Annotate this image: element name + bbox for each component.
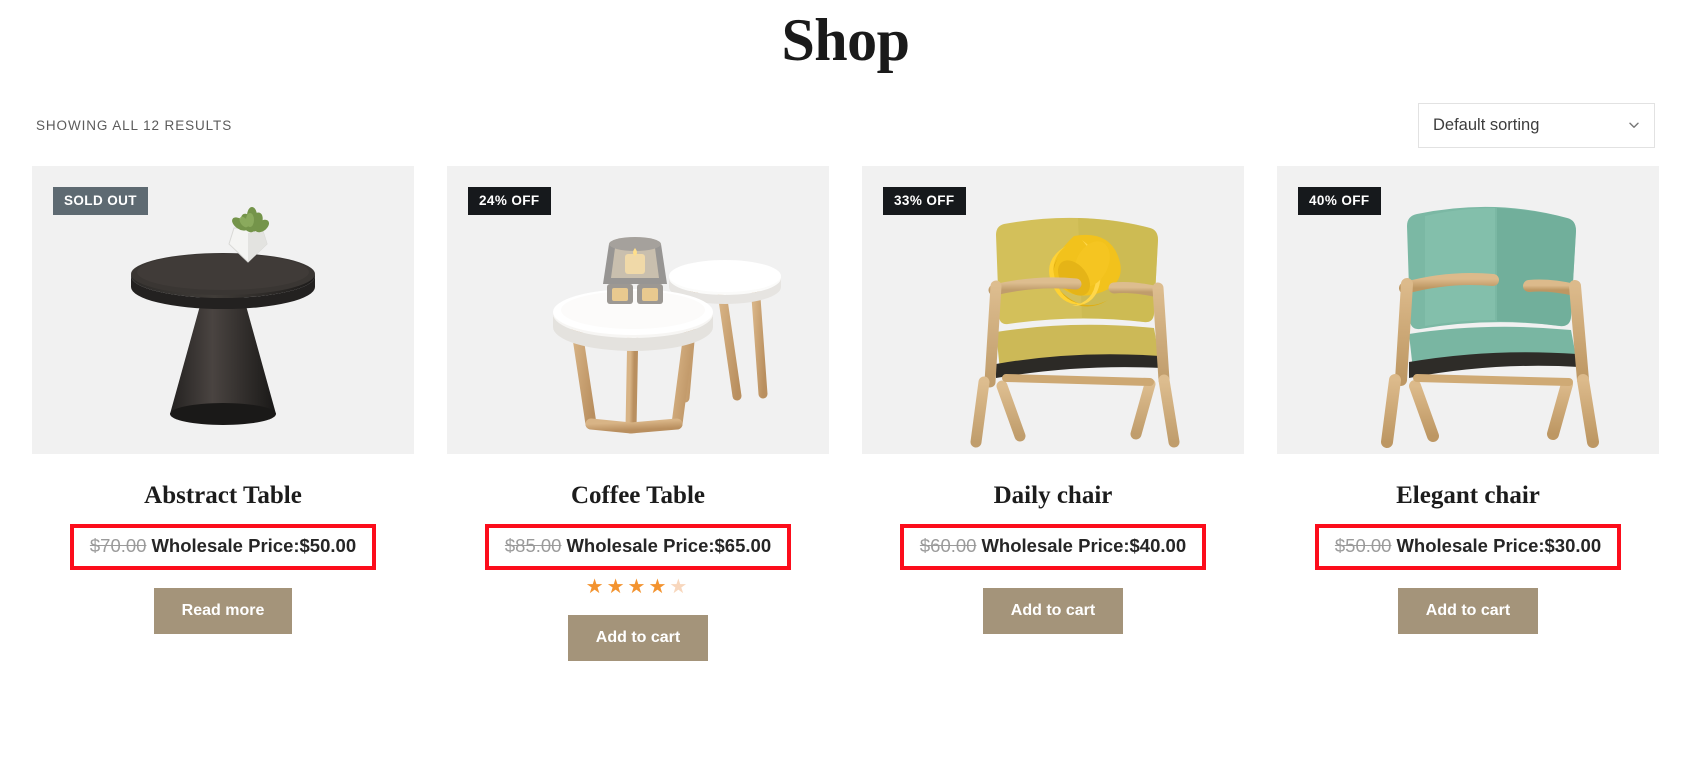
- product-badge: 33% OFF: [883, 187, 966, 215]
- shop-toolbar: SHOWING ALL 12 RESULTS Default sorting: [36, 86, 1655, 164]
- product-action-wrap: Add to cart: [447, 614, 829, 661]
- star-filled-icon: ★: [606, 575, 628, 598]
- sorting-selected-value: Default sorting: [1433, 115, 1540, 134]
- product-thumbnail[interactable]: 24% OFF: [447, 166, 829, 454]
- product-thumbnail[interactable]: 33% OFF: [862, 166, 1244, 454]
- product-title[interactable]: Abstract Table: [32, 482, 414, 510]
- price-original: $50.00: [1334, 534, 1392, 556]
- product-badge: SOLD OUT: [53, 187, 148, 215]
- read-more-button[interactable]: Read more: [153, 587, 293, 634]
- sorting-select[interactable]: Default sorting: [1418, 102, 1655, 148]
- product-thumbnail[interactable]: 40% OFF: [1277, 166, 1659, 454]
- add-to-cart-button[interactable]: Add to cart: [1397, 587, 1539, 634]
- product-title[interactable]: Daily chair: [862, 482, 1244, 510]
- product-price-highlight: $85.00 Wholesale Price:$65.00: [484, 523, 792, 570]
- product-title[interactable]: Coffee Table: [447, 482, 829, 510]
- product-card: 33% OFF Daily chair $60.00 Wholesale Pric…: [862, 166, 1244, 661]
- product-price-highlight: $70.00 Wholesale Price:$50.00: [69, 523, 377, 570]
- product-thumbnail[interactable]: SOLD OUT: [32, 166, 414, 454]
- product-title[interactable]: Elegant chair: [1277, 482, 1659, 510]
- price-original: $60.00: [919, 534, 977, 556]
- price-wholesale: Wholesale Price:$30.00: [1396, 534, 1602, 556]
- price-wholesale: Wholesale Price:$40.00: [981, 534, 1187, 556]
- product-price-highlight: $50.00 Wholesale Price:$30.00: [1314, 523, 1622, 570]
- product-card: SOLD OUT Abstract Table $70.00 Wholesale …: [32, 166, 414, 661]
- product-grid: SOLD OUT Abstract Table $70.00 Wholesale …: [32, 166, 1659, 661]
- star-filled-icon: ★: [627, 575, 649, 598]
- page-title: Shop: [781, 7, 910, 73]
- product-price-highlight: $60.00 Wholesale Price:$40.00: [899, 523, 1207, 570]
- product-badge: 24% OFF: [468, 187, 551, 215]
- chevron-down-icon: [1628, 119, 1640, 131]
- star-filled-icon: ★: [648, 575, 670, 598]
- star-empty-icon: ★: [669, 575, 691, 598]
- price-wholesale: Wholesale Price:$65.00: [566, 534, 772, 556]
- product-rating: ★★★★★: [447, 577, 829, 597]
- shop-page: Shop SHOWING ALL 12 RESULTS Default sort…: [0, 0, 1691, 763]
- price-original: $70.00: [89, 534, 147, 556]
- star-filled-icon: ★: [585, 575, 607, 598]
- product-card: 40% OFF Elegant chair $50.00 Wholesale Pr…: [1277, 166, 1659, 661]
- product-action-wrap: Add to cart: [862, 587, 1244, 634]
- product-card: 24% OFF Coffee Table $85.00 Wholesale Pri…: [447, 166, 829, 661]
- product-badge: 40% OFF: [1298, 187, 1381, 215]
- add-to-cart-button[interactable]: Add to cart: [982, 587, 1124, 634]
- product-action-wrap: Add to cart: [1277, 587, 1659, 634]
- result-count: SHOWING ALL 12 RESULTS: [36, 117, 233, 133]
- price-original: $85.00: [504, 534, 562, 556]
- product-action-wrap: Read more: [32, 587, 414, 634]
- price-wholesale: Wholesale Price:$50.00: [151, 534, 357, 556]
- add-to-cart-button[interactable]: Add to cart: [567, 614, 709, 661]
